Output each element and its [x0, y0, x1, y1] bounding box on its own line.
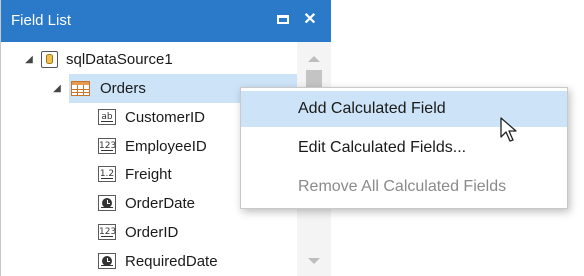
tree-node-field[interactable]: RequiredDate — [97, 247, 297, 276]
datasource-label: sqlDataSource1 — [66, 51, 173, 68]
scroll-down-icon[interactable] — [308, 258, 320, 264]
string-field-icon: ab — [98, 109, 116, 125]
maximize-icon[interactable] — [274, 10, 294, 30]
panel-title: Field List — [11, 12, 72, 29]
tree-node-field[interactable]: 123 OrderID — [97, 218, 297, 247]
number-field-icon: 123 — [98, 224, 116, 240]
scroll-up-icon[interactable] — [308, 56, 320, 62]
field-label: CustomerID — [125, 109, 206, 126]
database-icon — [41, 51, 58, 68]
field-label: Freight — [125, 166, 172, 183]
table-label: Orders — [100, 80, 146, 97]
context-menu: Add Calculated Field Edit Calculated Fie… — [240, 87, 568, 209]
mouse-cursor-icon — [500, 117, 517, 142]
field-label: EmployeeID — [125, 138, 207, 155]
table-icon — [71, 81, 90, 96]
field-label: OrderID — [125, 224, 179, 241]
field-label: RequiredDate — [125, 253, 218, 270]
decimal-field-icon: 1.2 — [98, 166, 116, 182]
close-icon[interactable]: ✕ — [300, 10, 320, 30]
collapse-arrow-icon[interactable]: ◢ — [51, 74, 63, 103]
date-field-icon — [98, 195, 116, 211]
number-field-icon: 123 — [98, 138, 116, 154]
date-field-icon — [98, 253, 116, 269]
panel-titlebar: Field List ✕ — [1, 0, 331, 42]
menu-item-remove-all-calculated-fields: Remove All Calculated Fields — [298, 178, 507, 195]
collapse-arrow-icon[interactable]: ◢ — [23, 45, 35, 74]
field-label: OrderDate — [125, 195, 196, 212]
tree-node-datasource[interactable]: ◢ sqlDataSource1 — [1, 45, 297, 74]
